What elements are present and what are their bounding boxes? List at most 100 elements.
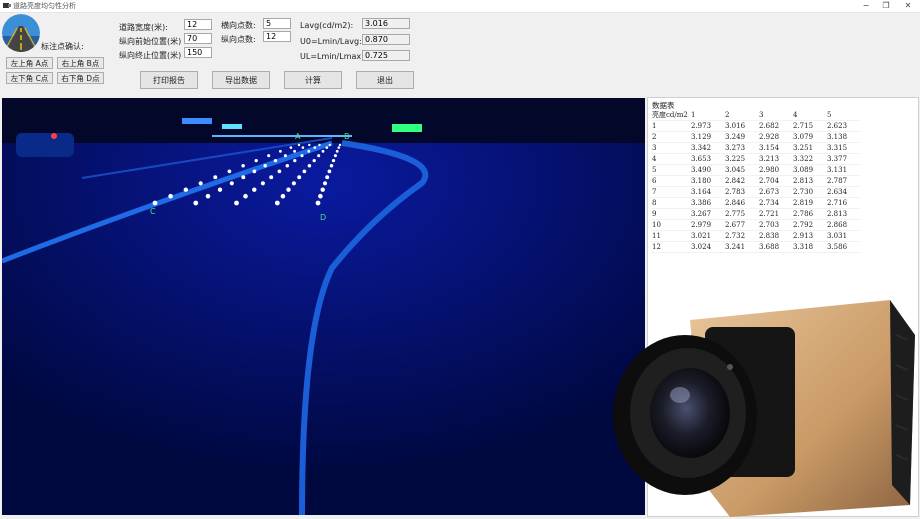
end-position-input[interactable] (184, 47, 212, 58)
table-row: 10 2.979 2.677 2.703 2.792 2.868 (651, 219, 860, 231)
calculate-button[interactable]: 计算 (284, 71, 342, 89)
table-cell: 3.386 (690, 197, 724, 209)
table-cell: 3.079 (792, 131, 826, 143)
v-points-input[interactable] (263, 31, 291, 42)
start-position-input[interactable] (184, 33, 212, 44)
table-cell: 2.715 (792, 120, 826, 132)
measurement-point (293, 158, 297, 163)
measurement-point (301, 146, 305, 149)
measurement-point (273, 158, 278, 163)
exit-button[interactable]: 退出 (356, 71, 414, 89)
measurement-point (283, 154, 287, 158)
maximize-button[interactable]: ❐ (875, 0, 897, 12)
table-cell: 3.586 (826, 241, 860, 253)
measurement-point (234, 200, 239, 206)
table-cell: 3.342 (690, 142, 724, 154)
h-points-input[interactable] (263, 18, 291, 29)
table-cell: 2.775 (724, 208, 758, 220)
table-cell: 2.842 (724, 175, 758, 187)
measurement-point (263, 164, 267, 168)
close-button[interactable]: ✕ (897, 0, 919, 12)
table-cell: 5 (651, 164, 690, 176)
table-cell: 2.813 (792, 175, 826, 187)
measurement-point (337, 146, 341, 149)
table-column-header: 5 (826, 110, 860, 121)
measurement-point (274, 200, 280, 206)
road-width-input[interactable] (184, 19, 212, 30)
table-cell: 3.267 (690, 208, 724, 220)
table-cell: 2.980 (758, 164, 792, 176)
measurement-point (333, 154, 337, 158)
pseudocolor-road-image: A B C D (2, 98, 645, 515)
table-cell: 3.129 (690, 131, 724, 143)
table-row: 6 3.180 2.842 2.704 2.813 2.787 (651, 175, 860, 187)
road-image-viewer[interactable]: A B C D (2, 98, 645, 515)
measurement-point (312, 158, 316, 163)
mark-c-button[interactable]: 左下角 C点 (6, 72, 53, 84)
table-cell: 3.249 (724, 131, 758, 143)
table-cell: 2.634 (826, 186, 860, 198)
minimize-button[interactable]: − (855, 0, 877, 12)
mark-points-label: 标注点确认: (41, 42, 84, 51)
measurement-point (285, 164, 290, 168)
table-cell: 2.682 (758, 120, 792, 132)
measurement-point (327, 169, 332, 174)
measurement-point (297, 143, 301, 147)
table-cell: 2.783 (724, 186, 758, 198)
table-cell: 2.979 (690, 219, 724, 231)
export-data-button[interactable]: 导出数据 (212, 71, 270, 89)
measurement-point (300, 154, 304, 158)
mark-b-button[interactable]: 右上角 B点 (57, 57, 104, 69)
table-cell: 12 (651, 241, 690, 253)
measurement-point (338, 143, 342, 147)
measurement-point (252, 187, 257, 192)
table-cell: 2 (651, 131, 690, 143)
measurement-point (243, 193, 248, 199)
mark-a-button[interactable]: 左上角 A点 (6, 57, 53, 69)
table-cell: 3 (651, 142, 690, 154)
measurement-point (297, 175, 302, 180)
table-header-row: 亮度cd/m2 1 2 3 4 5 (651, 110, 860, 121)
lavg-output (362, 18, 410, 29)
measurement-point (320, 187, 325, 192)
measurement-point (315, 200, 321, 206)
measurement-point (260, 181, 265, 186)
table-cell: 2.973 (690, 120, 724, 132)
table-column-header: 2 (724, 110, 758, 121)
measurement-point (325, 175, 330, 180)
print-report-button[interactable]: 打印报告 (140, 71, 198, 89)
measurement-point (198, 181, 203, 186)
measurement-point (307, 149, 311, 153)
table-cell: 2.846 (724, 197, 758, 209)
measurement-point (293, 149, 297, 153)
table-cell: 2.868 (826, 219, 860, 231)
measurement-point (325, 146, 329, 149)
table-cell: 3.021 (690, 230, 724, 242)
measurement-point (241, 175, 246, 180)
table-cell: 2.734 (758, 197, 792, 209)
table-row: 8 3.386 2.846 2.734 2.819 2.716 (651, 197, 860, 209)
measurement-point (193, 200, 199, 206)
table-row: 7 3.164 2.783 2.673 2.730 2.634 (651, 186, 860, 198)
table-cell: 10 (651, 219, 690, 231)
table-cell: 3.315 (826, 142, 860, 154)
measurement-point (277, 169, 282, 174)
table-cell: 3.024 (690, 241, 724, 253)
table-row: 12 3.024 3.241 3.688 3.318 3.586 (651, 241, 860, 253)
measurement-point (252, 169, 257, 174)
table-cell: 2.732 (724, 230, 758, 242)
table-cell: 3.377 (826, 153, 860, 165)
table-cell: 3.213 (758, 153, 792, 165)
table-cell: 2.730 (792, 186, 826, 198)
measurement-point (328, 143, 331, 147)
table-row: 1 2.973 3.016 2.682 2.715 2.623 (651, 120, 860, 132)
measurement-point (302, 169, 307, 174)
table-cell: 3.131 (826, 164, 860, 176)
table-cell: 3.016 (724, 120, 758, 132)
mark-d-button[interactable]: 右下角 D点 (57, 72, 104, 84)
table-cell: 3.089 (792, 164, 826, 176)
measurement-point (152, 200, 158, 206)
measurement-point (269, 175, 274, 180)
measurement-point (254, 158, 258, 163)
u0-label: U0=Lmin/Lavg: (300, 37, 362, 46)
